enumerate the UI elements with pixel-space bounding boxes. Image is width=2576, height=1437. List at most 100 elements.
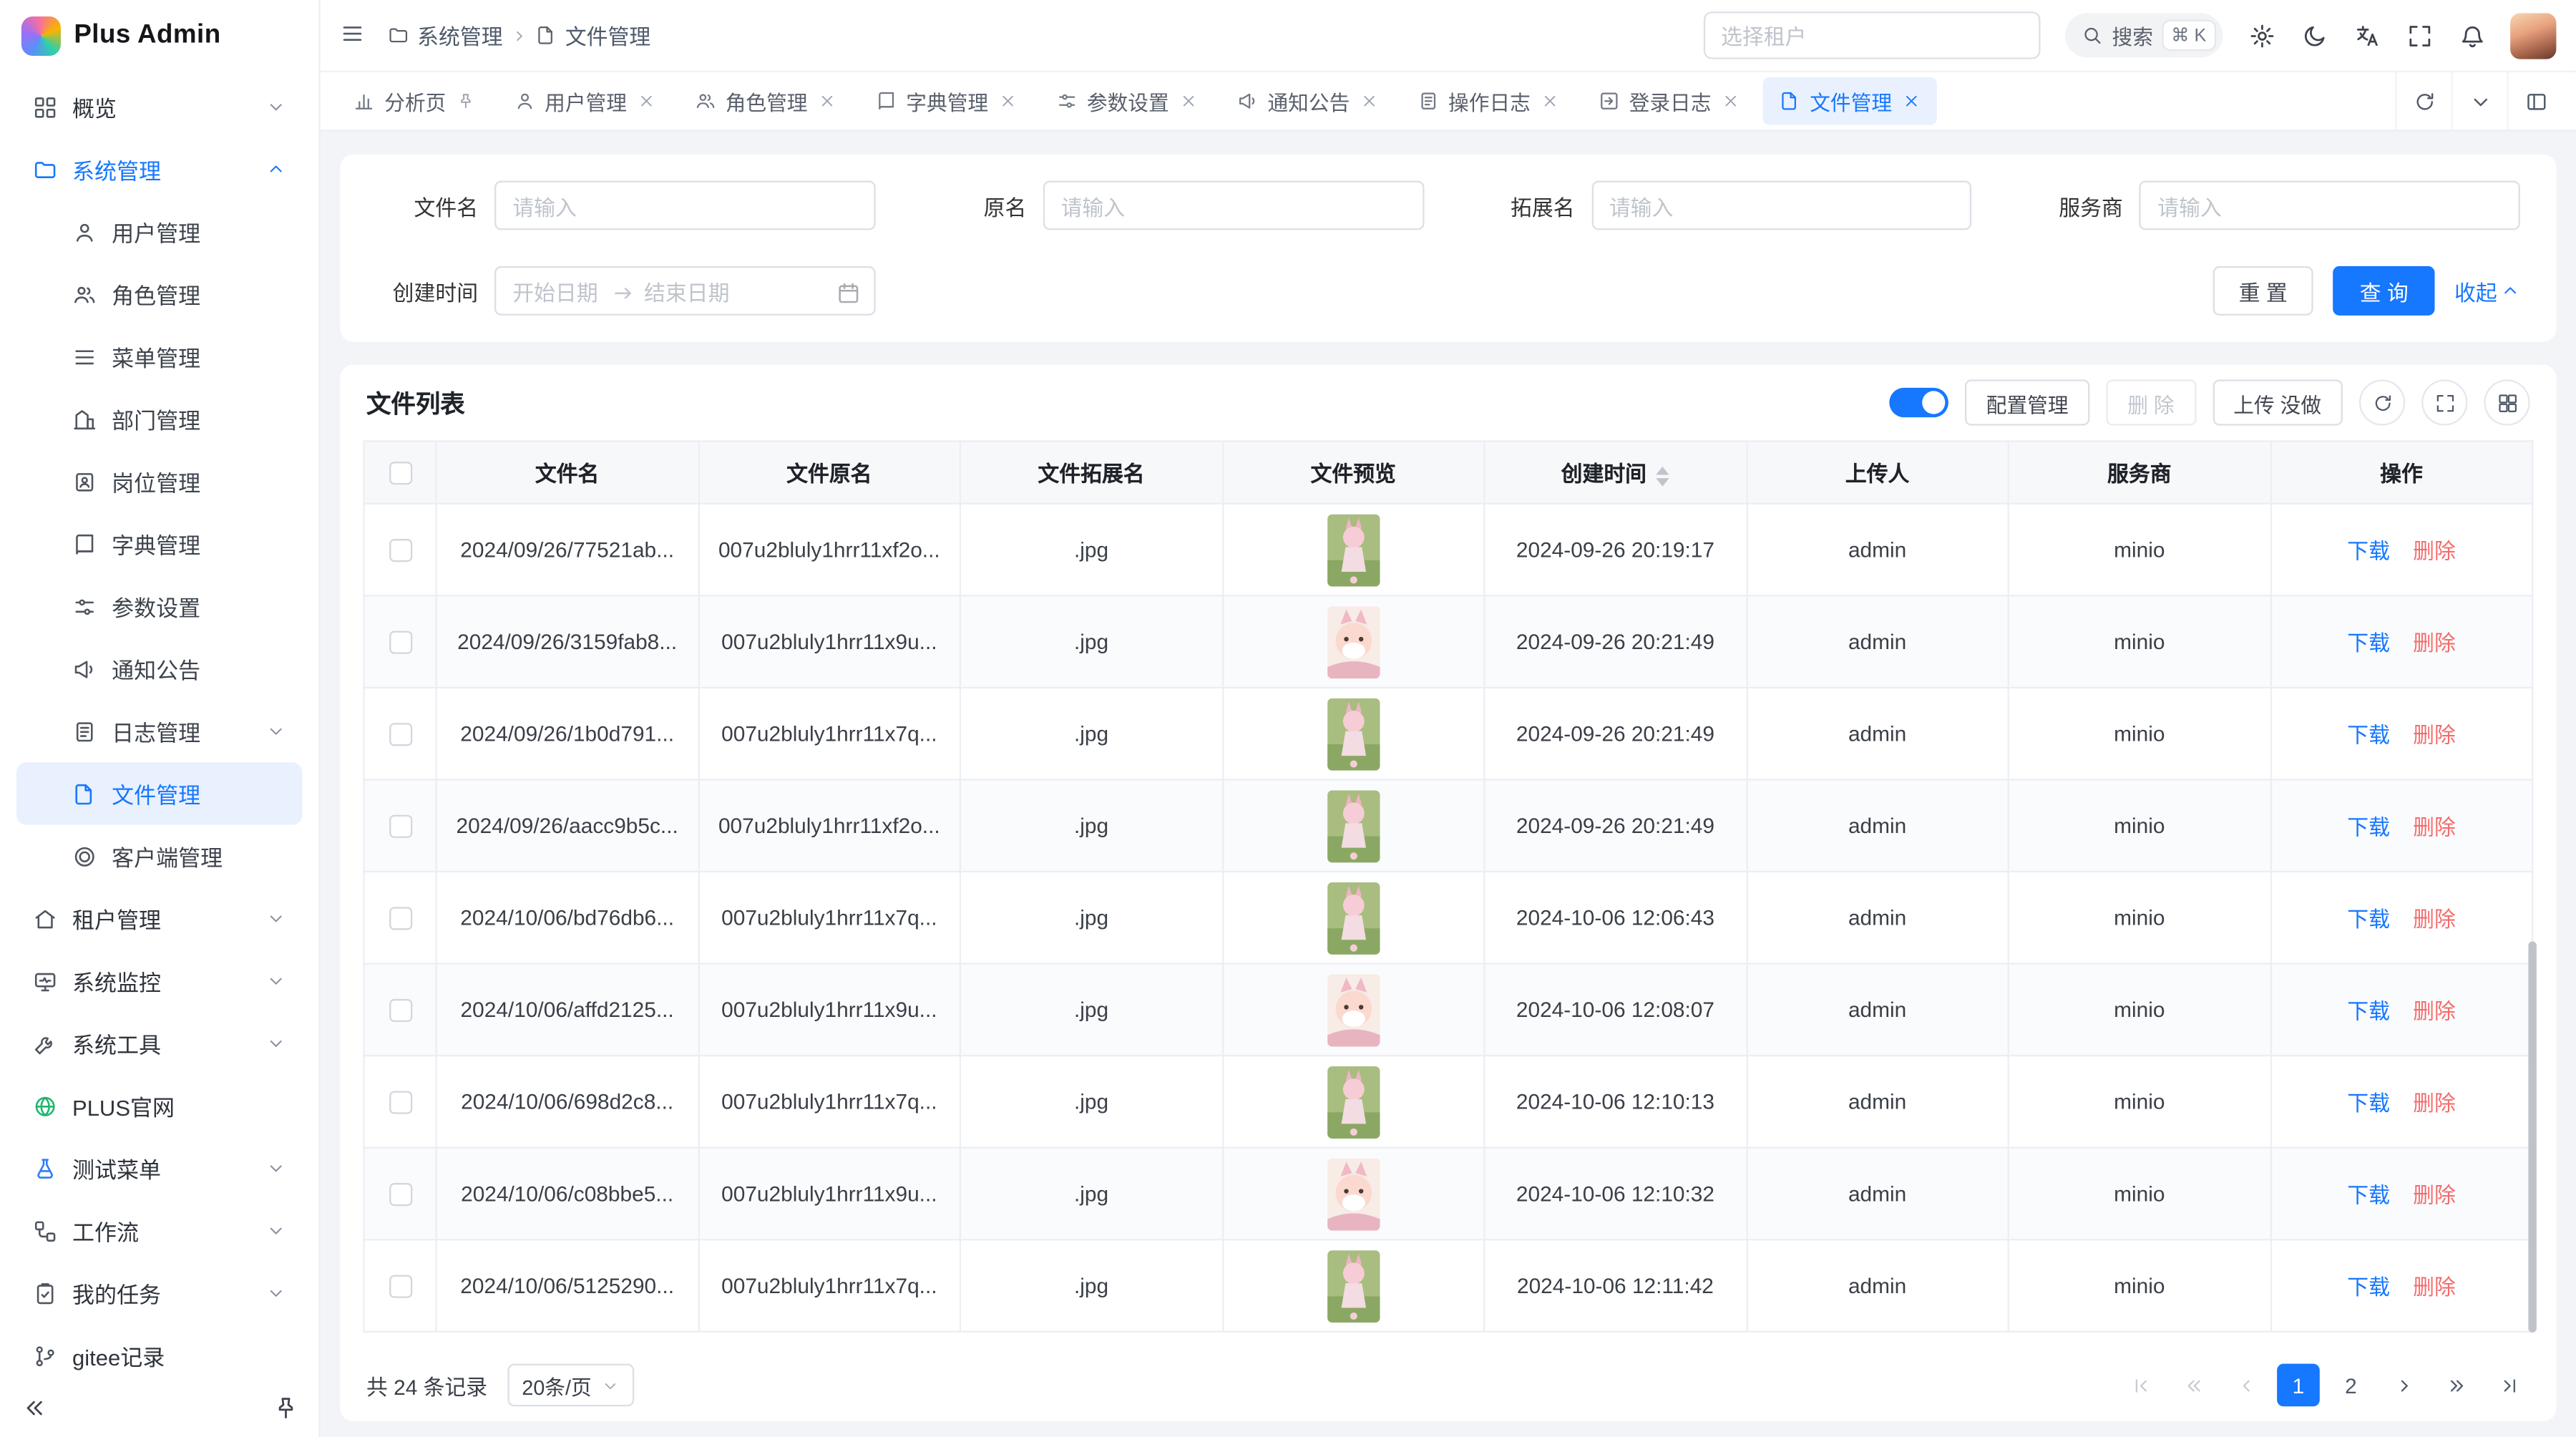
tab-dict-management[interactable]: 字典管理 bbox=[859, 77, 1033, 125]
breadcrumb-item-system-management[interactable]: 系统管理 bbox=[388, 20, 503, 52]
download-link[interactable]: 下载 bbox=[2347, 815, 2390, 839]
collapse-filters-link[interactable]: 收起 bbox=[2454, 276, 2520, 307]
search-button[interactable]: 查 询 bbox=[2333, 266, 2434, 316]
row-checkbox[interactable] bbox=[389, 907, 411, 930]
tab-file-management[interactable]: 文件管理 bbox=[1762, 77, 1936, 125]
next-page-button[interactable] bbox=[2382, 1364, 2425, 1407]
page-size-select[interactable]: 20条/页 bbox=[507, 1364, 635, 1407]
translate-button[interactable] bbox=[2353, 21, 2381, 49]
sidebar-item-post-management[interactable]: 岗位管理 bbox=[16, 450, 302, 512]
breadcrumb-item-file-management[interactable]: 文件管理 bbox=[535, 20, 650, 52]
first-page-button[interactable] bbox=[2119, 1364, 2162, 1407]
sidebar-item-file-management[interactable]: 文件管理 bbox=[16, 762, 302, 824]
row-checkbox[interactable] bbox=[389, 1184, 411, 1207]
batch-delete-button[interactable]: 删 除 bbox=[2106, 379, 2195, 425]
sidebar-item-menu-management[interactable]: 菜单管理 bbox=[16, 326, 302, 388]
sidebar-item-system-tools[interactable]: 系统工具 bbox=[16, 1012, 302, 1074]
fullscreen-button[interactable] bbox=[2405, 21, 2433, 49]
row-checkbox[interactable] bbox=[389, 815, 411, 838]
tab-param-settings[interactable]: 参数设置 bbox=[1039, 77, 1213, 125]
select-all-checkbox[interactable] bbox=[389, 462, 411, 485]
sidebar-item-system-monitor[interactable]: 系统监控 bbox=[16, 950, 302, 1012]
page-1-button[interactable]: 1 bbox=[2277, 1364, 2320, 1407]
prev-page-button[interactable] bbox=[2225, 1364, 2268, 1407]
tabs-menu-button[interactable] bbox=[2451, 72, 2507, 130]
sidebar-item-test-menu[interactable]: 测试菜单 bbox=[16, 1137, 302, 1199]
delete-link[interactable]: 删除 bbox=[2413, 723, 2456, 747]
download-link[interactable]: 下载 bbox=[2347, 539, 2390, 563]
last-page-button[interactable] bbox=[2487, 1364, 2530, 1407]
preview-image[interactable] bbox=[1327, 973, 1380, 1046]
sidebar-pin-button[interactable] bbox=[271, 1394, 299, 1422]
delete-link[interactable]: 删除 bbox=[2413, 539, 2456, 563]
search-toggle-switch[interactable] bbox=[1889, 388, 1948, 417]
extension-input[interactable]: 请输入 bbox=[1591, 181, 1972, 230]
delete-link[interactable]: 删除 bbox=[2413, 1091, 2456, 1115]
upload-button[interactable]: 上传 没做 bbox=[2212, 379, 2342, 425]
tab-login-log[interactable]: 登录日志 bbox=[1581, 77, 1755, 125]
row-checkbox[interactable] bbox=[389, 1091, 411, 1114]
sort-caret[interactable] bbox=[1657, 466, 1669, 486]
tab-notice[interactable]: 通知公告 bbox=[1220, 77, 1394, 125]
sidebar-item-workflow[interactable]: 工作流 bbox=[16, 1199, 302, 1262]
tab-user-management[interactable]: 用户管理 bbox=[497, 77, 671, 125]
global-search[interactable]: 搜索 ⌘ K bbox=[2064, 13, 2223, 57]
fullscreen-list-button[interactable] bbox=[2421, 379, 2467, 425]
layout-toggle-button[interactable] bbox=[2507, 72, 2563, 130]
settings-button[interactable] bbox=[2248, 21, 2275, 49]
page-2-button[interactable]: 2 bbox=[2330, 1364, 2373, 1407]
next-pages-button[interactable] bbox=[2435, 1364, 2478, 1407]
refresh-page-button[interactable] bbox=[2395, 72, 2451, 130]
download-link[interactable]: 下载 bbox=[2347, 999, 2390, 1023]
sidebar-item-dict-management[interactable]: 字典管理 bbox=[16, 512, 302, 575]
config-management-button[interactable]: 配置管理 bbox=[1965, 379, 2090, 425]
tab-operation-log[interactable]: 操作日志 bbox=[1400, 77, 1574, 125]
avatar[interactable] bbox=[2510, 12, 2556, 58]
sidebar-collapse-button[interactable] bbox=[20, 1394, 48, 1422]
notifications-button[interactable] bbox=[2458, 21, 2486, 49]
app-logo[interactable]: Plus Admin bbox=[0, 0, 318, 72]
sidebar-item-my-tasks[interactable]: 我的任务 bbox=[16, 1262, 302, 1324]
preview-image[interactable] bbox=[1327, 1066, 1380, 1138]
hamburger-menu-icon[interactable] bbox=[340, 21, 368, 49]
table-scrollbar[interactable] bbox=[2528, 942, 2536, 1333]
delete-link[interactable]: 删除 bbox=[2413, 999, 2456, 1023]
row-checkbox[interactable] bbox=[389, 540, 411, 562]
download-link[interactable]: 下载 bbox=[2347, 1275, 2390, 1300]
column-created-time[interactable]: 创建时间 bbox=[1484, 441, 1746, 503]
row-checkbox[interactable] bbox=[389, 724, 411, 746]
delete-link[interactable]: 删除 bbox=[2413, 815, 2456, 839]
sidebar-item-log-management[interactable]: 日志管理 bbox=[16, 700, 302, 762]
file-name-input[interactable]: 请输入 bbox=[494, 181, 875, 230]
download-link[interactable]: 下载 bbox=[2347, 1183, 2390, 1207]
delete-link[interactable]: 删除 bbox=[2413, 1275, 2456, 1300]
sidebar-item-notice[interactable]: 通知公告 bbox=[16, 638, 302, 700]
download-link[interactable]: 下载 bbox=[2347, 907, 2390, 931]
preview-image[interactable] bbox=[1327, 1250, 1380, 1322]
sidebar-item-system-management[interactable]: 系统管理 bbox=[16, 138, 302, 200]
download-link[interactable]: 下载 bbox=[2347, 723, 2390, 747]
download-link[interactable]: 下载 bbox=[2347, 631, 2390, 656]
tab-role-management[interactable]: 角色管理 bbox=[678, 77, 852, 125]
refresh-list-button[interactable] bbox=[2359, 379, 2405, 425]
sidebar-item-plus-site[interactable]: PLUS官网 bbox=[16, 1075, 302, 1137]
tab-analysis[interactable]: 分析页 bbox=[337, 77, 491, 125]
sidebar-item-overview[interactable]: 概览 bbox=[16, 76, 302, 138]
dark-mode-button[interactable] bbox=[2300, 21, 2328, 49]
preview-image[interactable] bbox=[1327, 513, 1380, 585]
sidebar-item-gitee-log[interactable]: gitee记录 bbox=[16, 1324, 302, 1378]
sidebar-item-client-management[interactable]: 客户端管理 bbox=[16, 825, 302, 887]
preview-image[interactable] bbox=[1327, 789, 1380, 862]
delete-link[interactable]: 删除 bbox=[2413, 631, 2456, 656]
sidebar-item-param-settings[interactable]: 参数设置 bbox=[16, 575, 302, 638]
prev-pages-button[interactable] bbox=[2172, 1364, 2215, 1407]
reset-button[interactable]: 重 置 bbox=[2212, 266, 2313, 316]
preview-image[interactable] bbox=[1327, 882, 1380, 954]
preview-image[interactable] bbox=[1327, 1157, 1380, 1229]
sidebar-item-dept-management[interactable]: 部门管理 bbox=[16, 388, 302, 450]
row-checkbox[interactable] bbox=[389, 1275, 411, 1298]
row-checkbox[interactable] bbox=[389, 1000, 411, 1023]
delete-link[interactable]: 删除 bbox=[2413, 1183, 2456, 1207]
date-range-input[interactable]: 开始日期 结束日期 bbox=[494, 266, 875, 316]
preview-image[interactable] bbox=[1327, 698, 1380, 770]
